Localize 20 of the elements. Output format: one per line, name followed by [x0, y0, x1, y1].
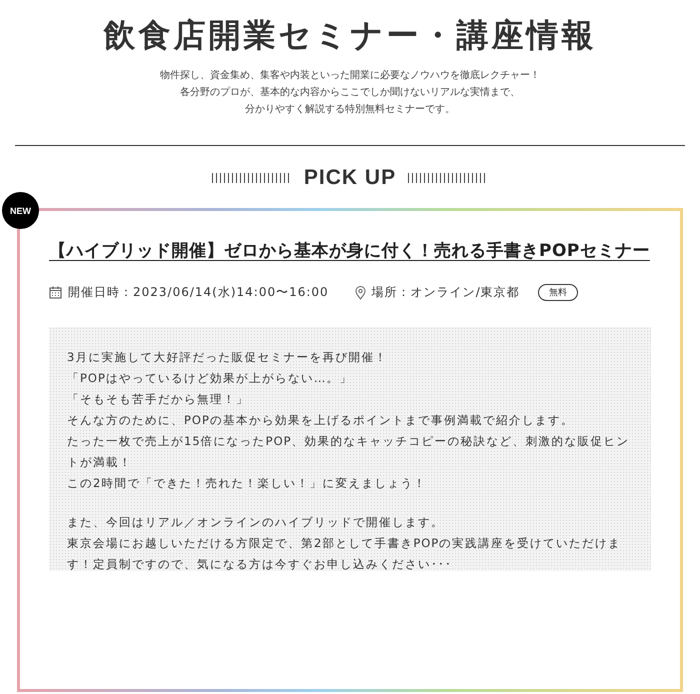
description-text: 「POPはやっているけど効果が上がらない…。」 [67, 370, 354, 387]
description-text: たった一枚で売上が15倍になったPOP、効果的なキャッチコピーの秘訣など、刺激的な販促ヒントが満載！ [67, 433, 631, 471]
intro-text: 各分野のプロが、基本的な内容からここでしか聞けないリアルな実情まで、 [180, 86, 520, 100]
calendar-icon [49, 286, 62, 299]
event-place: 場所：オンライン/東京都 [372, 284, 520, 301]
location-pin-icon [354, 286, 366, 300]
section-heading: PICK UP [304, 166, 396, 190]
page-title: 飲食店開業セミナー・講座情報 [104, 15, 596, 56]
description-text: 東京会場にお越しいただける方限定で、第2部として手書きPOPの実践講座を受けていただけます！定員制ですので、気になる方は今すぐお申し込みください･･･ [67, 535, 622, 573]
event-date: 開催日時：2023/06/14(水)14:00〜16:00 [68, 284, 329, 301]
intro-text: 物件探し、資金集め、集客や内装といった開業に必要なノウハウを徹底レクチャー！ [160, 68, 540, 83]
new-badge: NEW [2, 192, 39, 229]
description-text: また、今回はリアル／オンラインのハイブリッドで開催します。 [67, 514, 445, 531]
intro-text: 分かりやすく解説する特別無料セミナーです。 [245, 102, 455, 117]
description-text: そんな方のために、POPの基本から効果を上げるポイントまで事例満載で紹介します。 [67, 412, 575, 429]
description-text: この2時間で「できた！売れた！楽しい！」に変えましょう！ [67, 475, 428, 492]
description-text: 3月に実施して大好評だった販促セミナーを再び開催！ [67, 349, 388, 366]
description-text: 「そもそも苦手だから無理！」 [67, 391, 250, 408]
seminar-title-link[interactable]: 【ハイブリッド開催】ゼロから基本が身に付く！売れる手書きPOPセミナー [49, 241, 650, 261]
price-tag: 無料 [538, 284, 578, 301]
